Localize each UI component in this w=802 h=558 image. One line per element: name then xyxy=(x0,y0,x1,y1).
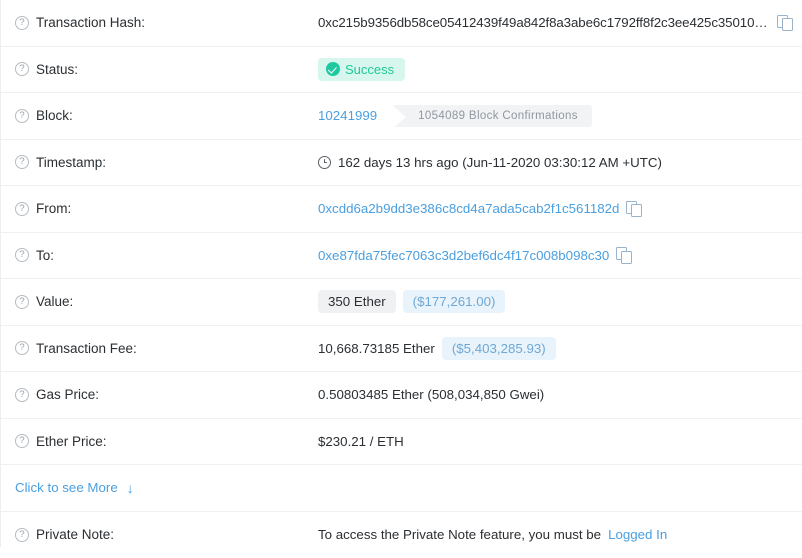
copy-icon[interactable] xyxy=(616,247,631,263)
label-text: Ether Price: xyxy=(36,434,107,449)
row-value: ? Value: 350 Ether ($177,261.00) xyxy=(1,279,802,326)
label-text: Block: xyxy=(36,108,73,123)
help-icon[interactable]: ? xyxy=(15,155,29,169)
label-text: Private Note: xyxy=(36,527,114,542)
row-gas-price: ? Gas Price: 0.50803485 Ether (508,034,8… xyxy=(1,372,802,419)
ether-price-value: $230.21 / ETH xyxy=(318,434,404,449)
help-icon[interactable]: ? xyxy=(15,528,29,542)
row-ether-price: ? Ether Price: $230.21 / ETH xyxy=(1,419,802,466)
label-timestamp: ? Timestamp: xyxy=(15,155,318,170)
copy-icon[interactable] xyxy=(626,201,641,217)
to-address-link[interactable]: 0xe87fda75fec7063c3d2bef6dc4f17c008b098c… xyxy=(318,248,609,263)
row-private-note: ? Private Note: To access the Private No… xyxy=(1,512,802,558)
clock-icon xyxy=(318,156,331,169)
help-icon[interactable]: ? xyxy=(15,248,29,262)
help-icon[interactable]: ? xyxy=(15,434,29,448)
private-note-text: To access the Private Note feature, you … xyxy=(318,527,601,542)
value-gas-price: 0.50803485 Ether (508,034,850 Gwei) xyxy=(318,387,792,402)
label-text: To: xyxy=(36,248,54,263)
value-private-note: To access the Private Note feature, you … xyxy=(318,527,792,542)
check-circle-icon xyxy=(326,62,340,76)
label-text: From: xyxy=(36,201,71,216)
timestamp-value: 162 days 13 hrs ago (Jun-11-2020 03:30:1… xyxy=(338,155,662,170)
label-text: Status: xyxy=(36,62,78,77)
label-text: Timestamp: xyxy=(36,155,106,170)
value-ether-price: $230.21 / ETH xyxy=(318,434,792,449)
row-from: ? From: 0xcdd6a2b9dd3e386c8cd4a7ada5cab2… xyxy=(1,186,802,233)
label-from: ? From: xyxy=(15,201,318,216)
label-transaction-hash: ? Transaction Hash: xyxy=(15,15,318,30)
help-icon[interactable]: ? xyxy=(15,295,29,309)
label-text: Value: xyxy=(36,294,73,309)
help-icon[interactable]: ? xyxy=(15,16,29,30)
row-block: ? Block: 10241999 1054089 Block Confirma… xyxy=(1,93,802,140)
row-see-more: Click to see More ↓ xyxy=(1,465,802,512)
block-number-link[interactable]: 10241999 xyxy=(318,108,377,123)
row-status: ? Status: Success xyxy=(1,47,802,94)
value-from: 0xcdd6a2b9dd3e386c8cd4a7ada5cab2f1c56118… xyxy=(318,201,792,217)
value-status: Success xyxy=(318,58,792,81)
value-usd-pill: ($177,261.00) xyxy=(403,290,506,313)
value-transaction-fee: 10,668.73185 Ether ($5,403,285.93) xyxy=(318,337,792,360)
row-timestamp: ? Timestamp: 162 days 13 hrs ago (Jun-11… xyxy=(1,140,802,187)
value-to: 0xe87fda75fec7063c3d2bef6dc4f17c008b098c… xyxy=(318,247,792,263)
fee-usd-pill: ($5,403,285.93) xyxy=(442,337,556,360)
label-value: ? Value: xyxy=(15,294,318,309)
transaction-details-panel: ? Transaction Hash: 0xc215b9356db58ce054… xyxy=(0,0,802,547)
label-status: ? Status: xyxy=(15,62,318,77)
fee-ether-value: 10,668.73185 Ether xyxy=(318,341,435,356)
see-more-link[interactable]: Click to see More xyxy=(15,480,118,495)
from-address-link[interactable]: 0xcdd6a2b9dd3e386c8cd4a7ada5cab2f1c56118… xyxy=(318,201,619,216)
value-transaction-hash: 0xc215b9356db58ce05412439f49a842f8a3abe6… xyxy=(318,15,792,31)
label-text: Gas Price: xyxy=(36,387,99,402)
label-text: Transaction Fee: xyxy=(36,341,137,356)
value-amount: 350 Ether ($177,261.00) xyxy=(318,290,792,313)
help-icon[interactable]: ? xyxy=(15,202,29,216)
label-private-note: ? Private Note: xyxy=(15,527,318,542)
row-transaction-fee: ? Transaction Fee: 10,668.73185 Ether ($… xyxy=(1,326,802,373)
value-ether-pill: 350 Ether xyxy=(318,290,396,313)
value-block: 10241999 1054089 Block Confirmations xyxy=(318,105,792,127)
label-to: ? To: xyxy=(15,248,318,263)
help-icon[interactable]: ? xyxy=(15,109,29,123)
status-badge: Success xyxy=(318,58,405,81)
block-confirmations-badge: 1054089 Block Confirmations xyxy=(392,105,592,127)
label-block: ? Block: xyxy=(15,108,318,123)
help-icon[interactable]: ? xyxy=(15,62,29,76)
transaction-hash-value: 0xc215b9356db58ce05412439f49a842f8a3abe6… xyxy=(318,15,770,30)
row-transaction-hash: ? Transaction Hash: 0xc215b9356db58ce054… xyxy=(1,0,802,47)
gas-price-value: 0.50803485 Ether (508,034,850 Gwei) xyxy=(318,387,544,402)
arrow-down-icon[interactable]: ↓ xyxy=(127,481,134,495)
help-icon[interactable]: ? xyxy=(15,388,29,402)
value-timestamp: 162 days 13 hrs ago (Jun-11-2020 03:30:1… xyxy=(318,155,792,170)
label-ether-price: ? Ether Price: xyxy=(15,434,318,449)
row-to: ? To: 0xe87fda75fec7063c3d2bef6dc4f17c00… xyxy=(1,233,802,280)
label-text: Transaction Hash: xyxy=(36,15,145,30)
copy-icon[interactable] xyxy=(777,15,792,31)
help-icon[interactable]: ? xyxy=(15,341,29,355)
label-gas-price: ? Gas Price: xyxy=(15,387,318,402)
label-transaction-fee: ? Transaction Fee: xyxy=(15,341,318,356)
logged-in-link[interactable]: Logged In xyxy=(608,527,667,542)
status-badge-label: Success xyxy=(345,62,394,77)
